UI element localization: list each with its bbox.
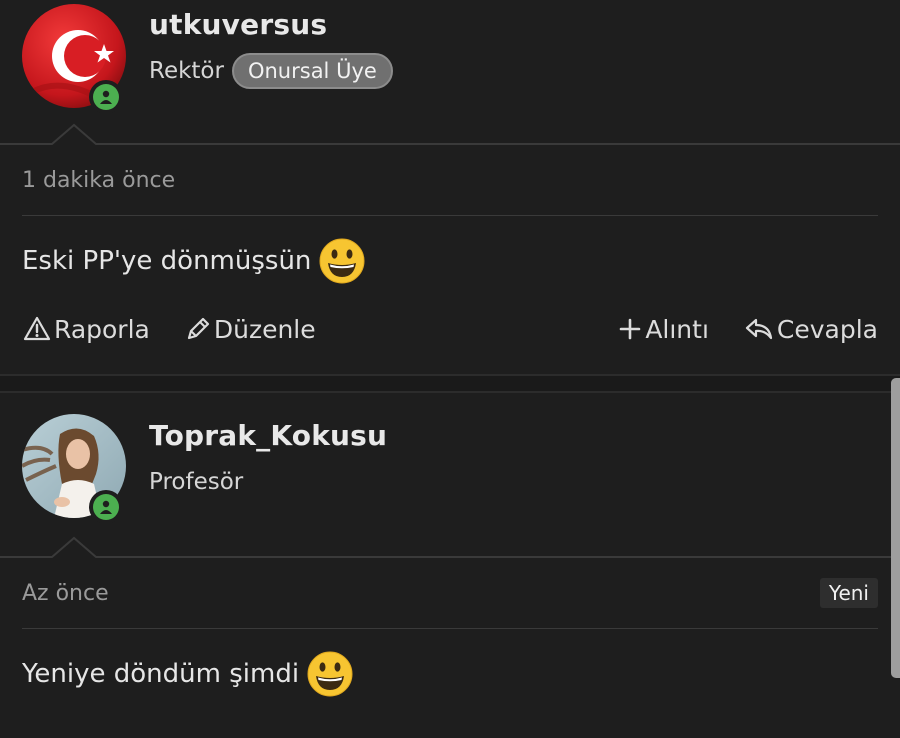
message-text: Eski PP'ye dönmüşsün (22, 246, 312, 276)
post-divider (0, 123, 900, 145)
post-body: 1 dakika önce Eski PP'ye dönmüşsün Rapor… (0, 145, 900, 374)
user-rank: Rektör (149, 58, 224, 84)
post-meta: Az önce Yeni (22, 558, 878, 629)
reply-label: Cevapla (776, 314, 878, 344)
reply-arrow-icon (745, 318, 773, 340)
online-status-icon (89, 490, 123, 524)
grinning-face-emoji-icon (307, 651, 353, 697)
post-actions: Raporla Düzenle Alıntı Cevapla (22, 284, 878, 374)
plus-icon (620, 318, 641, 340)
grinning-face-emoji-icon (319, 238, 365, 284)
new-badge: Yeni (819, 578, 878, 608)
user-rank: Profesör (149, 469, 244, 495)
post-header: Toprak_Kokusu Profesör (0, 393, 900, 558)
pencil-icon (187, 317, 209, 340)
post-message: Eski PP'ye dönmüşsün (22, 216, 878, 284)
post-meta: 1 dakika önce (22, 145, 878, 216)
edit-button[interactable]: Düzenle (184, 315, 316, 344)
quote-button[interactable]: Alıntı (617, 315, 709, 344)
warning-triangle-icon (23, 316, 51, 341)
username[interactable]: utkuversus (149, 8, 327, 41)
post-time[interactable]: Az önce (22, 581, 109, 606)
post-time[interactable]: 1 dakika önce (22, 168, 175, 193)
quote-label: Alıntı (645, 314, 709, 344)
reply-button[interactable]: Cevapla (743, 314, 878, 344)
rank-line: Rektör Onursal Üye (149, 53, 393, 89)
message-text: Yeniye döndüm şimdi (22, 659, 300, 689)
online-status-icon (89, 80, 123, 114)
post-2: Toprak_Kokusu Profesör Az önce Yeni Yeni… (0, 393, 900, 697)
report-button[interactable]: Raporla (22, 314, 150, 344)
post-header: utkuversus Rektör Onursal Üye (0, 0, 900, 145)
post-1: utkuversus Rektör Onursal Üye 1 dakika ö… (0, 0, 900, 374)
rank-line: Profesör (149, 469, 243, 495)
report-label: Raporla (54, 314, 150, 344)
user-badge: Onursal Üye (231, 53, 393, 89)
scrollbar-thumb[interactable] (891, 378, 900, 678)
post-body: Az önce Yeni Yeniye döndüm şimdi (0, 558, 900, 697)
post-separator (0, 374, 900, 393)
edit-label: Düzenle (213, 314, 316, 344)
post-message: Yeniye döndüm şimdi (22, 629, 878, 697)
username[interactable]: Toprak_Kokusu (149, 419, 387, 452)
post-divider (0, 536, 900, 558)
